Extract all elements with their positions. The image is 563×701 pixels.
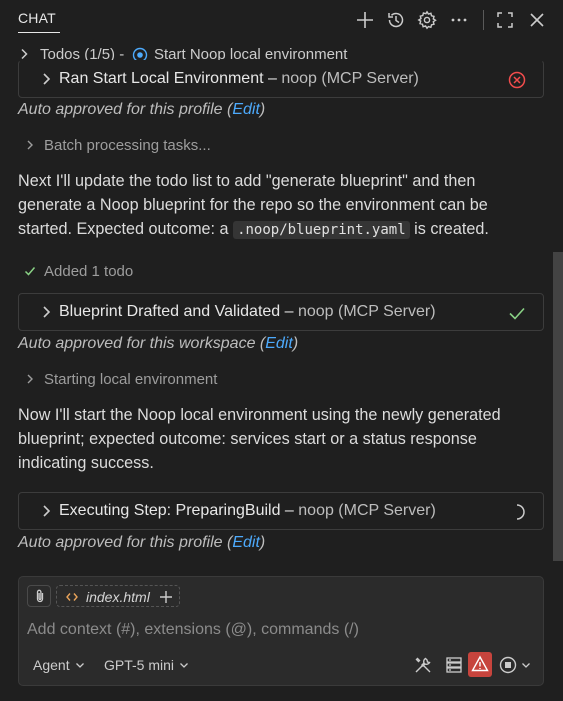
tool-call-title: Executing Step: PreparingBuild – noop (M…	[59, 502, 436, 519]
auto-approved-note: Auto approved for this profile (Edit)	[18, 101, 266, 118]
chevron-down-icon	[179, 660, 189, 670]
context-file-chip[interactable]: index.html	[56, 585, 180, 607]
tool-call-title: Ran Start Local Environment – noop (MCP …	[59, 70, 419, 87]
tool-call-title: Blueprint Drafted and Validated – noop (…	[59, 303, 436, 320]
chat-input-box: index.html Add context (#), extensions (…	[18, 576, 544, 686]
gear-icon[interactable]	[417, 10, 437, 30]
tool-call-card[interactable]: Executing Step: PreparingBuild – noop (M…	[18, 492, 544, 530]
attach-button[interactable]	[27, 585, 51, 607]
tab-chat[interactable]: CHAT	[18, 10, 56, 26]
inline-code: .noop/blueprint.yaml	[233, 221, 410, 239]
tools-icon[interactable]	[413, 655, 433, 675]
close-icon[interactable]	[527, 10, 547, 30]
checkmark-icon	[507, 303, 527, 323]
auto-approved-note: Auto approved for this workspace (Edit)	[18, 335, 299, 352]
header-separator	[483, 10, 484, 30]
chevron-right-icon	[39, 72, 53, 86]
edit-link[interactable]: Edit	[232, 101, 260, 118]
edit-link[interactable]: Edit	[265, 335, 293, 352]
checkmark-icon	[24, 265, 36, 277]
maximize-icon[interactable]	[495, 10, 515, 30]
error-icon	[507, 70, 527, 90]
chat-header: CHAT	[0, 0, 563, 40]
add-context-icon[interactable]	[159, 590, 173, 604]
assistant-message: Next I'll update the todo list to add "g…	[18, 172, 489, 239]
progress-message[interactable]: Batch processing tasks...	[24, 137, 211, 154]
tool-call-card[interactable]: Blueprint Drafted and Validated – noop (…	[18, 293, 544, 331]
server-icon[interactable]	[444, 655, 464, 675]
scrollbar-thumb[interactable]	[553, 252, 563, 561]
history-icon[interactable]	[386, 10, 406, 30]
assistant-message: Now I'll start the Noop local environmen…	[18, 406, 501, 472]
agent-mode-picker[interactable]: Agent	[33, 657, 85, 673]
warning-icon	[471, 655, 489, 673]
chevron-right-icon	[39, 305, 53, 319]
context-file-name: index.html	[86, 589, 150, 605]
chevron-down-icon	[75, 660, 85, 670]
progress-message[interactable]: Starting local environment	[24, 371, 217, 388]
more-icon[interactable]	[449, 10, 469, 30]
chevron-right-icon	[39, 504, 53, 518]
tool-call-card[interactable]: Ran Start Local Environment – noop (MCP …	[18, 60, 544, 98]
stop-icon[interactable]	[498, 655, 518, 675]
warning-button[interactable]	[468, 652, 492, 677]
progress-message: Added 1 todo	[24, 263, 133, 280]
chat-input[interactable]: Add context (#), extensions (@), command…	[27, 621, 359, 639]
chevron-right-icon	[24, 373, 36, 385]
auto-approved-note: Auto approved for this profile (Edit)	[18, 534, 266, 551]
chevron-right-icon	[18, 48, 30, 60]
code-file-icon	[66, 591, 78, 603]
new-chat-icon[interactable]	[355, 10, 375, 30]
chevron-right-icon	[24, 139, 36, 151]
tab-active-indicator	[18, 32, 60, 33]
edit-link[interactable]: Edit	[232, 534, 260, 551]
model-picker[interactable]: GPT-5 mini	[104, 657, 189, 673]
loading-spinner-icon	[507, 502, 527, 522]
chevron-down-icon[interactable]	[521, 655, 531, 675]
paperclip-icon	[32, 588, 48, 604]
